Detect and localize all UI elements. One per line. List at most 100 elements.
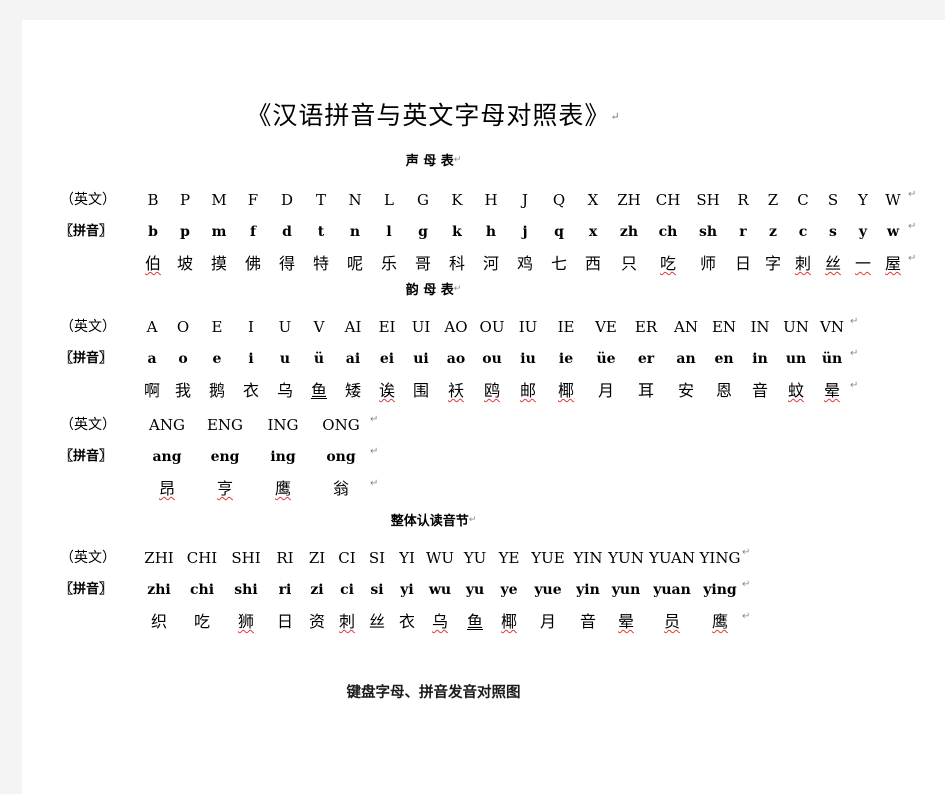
- cell-hanzi: 呢: [346, 254, 363, 273]
- cell-hanzi: 字: [764, 254, 781, 273]
- paragraph-mark-icon: ↵: [370, 478, 379, 489]
- paragraph-mark-icon: ↵: [468, 515, 477, 525]
- yunmu2-rows: （英文） ANG ENG ING ONG ↵ 〖拼音〗 ang eng ing ong ↵ 昂 亨 鹰 翁 ↵: [22, 404, 945, 500]
- pinyin-row-hanzi: 织 吃 狮 日资刺丝衣乌鱼椰 月 音 晕 员 鹰 ↵: [22, 601, 945, 633]
- cell-hanzi: 诶: [378, 381, 395, 400]
- bottom-heading: 键盘字母、拼音发音对照图: [22, 681, 945, 702]
- cell-hanzi: 翁: [332, 479, 349, 498]
- cell-hanzi: 资: [308, 612, 325, 631]
- section-heading-text: 韵 母 表: [405, 283, 454, 298]
- row-label-hanzi: [60, 606, 138, 638]
- cell-hanzi: 鹰: [274, 479, 291, 498]
- paragraph-mark-icon: ↵: [742, 611, 751, 622]
- cell-hanzi: 科: [448, 254, 465, 273]
- pinyin-row-hanzi: 昂 亨 鹰 翁 ↵: [22, 468, 945, 500]
- cell-hanzi: 乌: [431, 612, 448, 631]
- section-heading-zhengti: 整体认读音节↵: [22, 510, 945, 529]
- cell-hanzi: 晕: [823, 381, 840, 400]
- paragraph-mark-icon: ↵: [453, 155, 462, 165]
- page-title: 《汉语拼音与英文字母对照表》↵: [22, 20, 945, 132]
- cell-hanzi: 鱼: [310, 381, 327, 400]
- cell-hanzi: 河: [482, 254, 499, 273]
- cell-hanzi: 亨: [216, 479, 233, 498]
- cell-hanzi: 刺: [338, 612, 355, 631]
- cell-hanzi: 吃: [659, 254, 676, 273]
- zhengti-rows: （英文） ZHI CHI SHI RI ZI CI SI YI WU YU YE YUE YIN YUN YU…: [22, 537, 945, 633]
- cell-hanzi: 一: [854, 254, 871, 273]
- paragraph-mark-icon: ↵: [370, 414, 379, 425]
- section-heading-text: 声 母 表: [405, 154, 454, 169]
- cell-hanzi: 七: [550, 254, 567, 273]
- row-label-hanzi: [60, 375, 138, 407]
- pinyin-row-english: （英文） ZHI CHI SHI RI ZI CI SI YI WU YU YE YUE YIN YUN YU…: [22, 537, 945, 569]
- pinyin-row-pinyin: 〖拼音〗 ang eng ing ong ↵: [22, 436, 945, 468]
- cell-hanzi: 晕: [617, 612, 634, 631]
- cell-hanzi: 我: [174, 381, 191, 400]
- cell-hanzi: 椰: [557, 381, 574, 400]
- paragraph-mark-icon: ↵: [908, 253, 917, 264]
- section-yunmu: 韵 母 表 ↵ （英文） A O E I U V AI EI UI AO OU IU IE VE ER AN EN I…: [22, 279, 945, 500]
- cell-hanzi: 只: [620, 254, 637, 273]
- cell-hanzi: 丝: [824, 254, 841, 273]
- section-heading-text: 整体认读音节: [390, 514, 469, 529]
- pinyin-row-english: （英文） A O E I U V AI EI UI AO OU IU IE VE ER AN EN IN UN VN ↵: [22, 306, 945, 338]
- cell-hanzi: 鹅: [208, 381, 225, 400]
- cell-hanzi: 西: [584, 254, 601, 273]
- section-heading-shengmu: 声 母 表↵: [22, 150, 945, 169]
- cell-hanzi: 日: [734, 254, 751, 273]
- cell-hanzi: 乐: [380, 254, 397, 273]
- cell-hanzi: 昂: [158, 479, 175, 498]
- cell-hanzi: 衣: [398, 612, 415, 631]
- paragraph-mark-icon: ↵: [908, 189, 917, 200]
- cell-hanzi: 鸥: [483, 381, 500, 400]
- cell-hanzi: 伯: [144, 254, 161, 273]
- section-zhengti: 整体认读音节↵ （英文） ZHI CHI SHI RI ZI CI SI YI WU YU YE YUE…: [22, 510, 945, 633]
- cell-hanzi: 刺: [794, 254, 811, 273]
- cell-hanzi: 坡: [176, 254, 193, 273]
- cell-hanzi: 哥: [414, 254, 431, 273]
- cell-hanzi: 师: [699, 254, 716, 273]
- paragraph-mark-icon: ↵: [610, 110, 621, 123]
- cell-hanzi: 摸: [210, 254, 227, 273]
- paragraph-mark-icon: ↵: [370, 446, 379, 457]
- cell-hanzi: 音: [751, 381, 768, 400]
- cell-hanzi: 矮: [344, 381, 361, 400]
- bottom-heading-text: 键盘字母、拼音发音对照图: [346, 685, 521, 701]
- paragraph-mark-icon: ↵: [850, 348, 859, 359]
- cell-hanzi: 狮: [237, 612, 254, 631]
- cell-hanzi: 椰: [500, 612, 517, 631]
- cell-hanzi: 邮: [519, 381, 536, 400]
- paragraph-mark-icon: ↵: [850, 316, 859, 327]
- page-title-text: 《汉语拼音与英文字母对照表》: [246, 101, 611, 130]
- pinyin-row-pinyin: 〖拼音〗 b p m f d t n l g k h j q x zh ch sh r z c s y w ↵: [22, 211, 945, 243]
- pinyin-row-pinyin: 〖拼音〗 a o e i u ü ai ei ui ao ou iu ie üe er an en in un ün ↵: [22, 338, 945, 370]
- row-label-hanzi: [60, 248, 138, 280]
- pinyin-row-english: （英文） ANG ENG ING ONG ↵: [22, 404, 945, 436]
- paragraph-mark-icon: ↵: [908, 221, 917, 232]
- cell-hanzi: 丝: [368, 612, 385, 631]
- cell-hanzi: 啊: [143, 381, 160, 400]
- pinyin-row-hanzi: 伯坡摸佛得特呢乐哥科河鸡七西只 吃 师日字刺丝一屋 ↵: [22, 243, 945, 275]
- cell-hanzi: 安: [677, 381, 694, 400]
- pinyin-row-pinyin: 〖拼音〗 zhi chi shi ri zi ci si yi wu yu ye yue yin yun yu…: [22, 569, 945, 601]
- paragraph-mark-icon: ↵: [742, 547, 751, 558]
- section-shengmu: 声 母 表↵ （英文） B P M F D T N L G K H J Q X ZH CH SH R Z C S Y W ↵ 〖拼…: [22, 150, 945, 275]
- cell-hanzi: 乌: [276, 381, 293, 400]
- cell-hanzi: 吃: [193, 612, 210, 631]
- yunmu-rows: （英文） A O E I U V AI EI UI AO OU IU IE VE ER AN EN IN UN VN ↵ 〖…: [22, 306, 945, 402]
- cell-hanzi: 围: [412, 381, 429, 400]
- pinyin-row-hanzi: 啊我鹅衣乌鱼矮诶围袄鸥邮 椰 月 耳 安 恩音蚊晕 ↵: [22, 370, 945, 402]
- row-label-hanzi: [60, 473, 138, 505]
- cell-hanzi: 员: [663, 612, 680, 631]
- cell-hanzi: 音: [579, 612, 596, 631]
- cell-hanzi: 耳: [637, 381, 654, 400]
- cell-hanzi: 衣: [242, 381, 259, 400]
- cell-hanzi: 月: [539, 612, 556, 631]
- cell-hanzi: 鹰: [711, 612, 728, 631]
- document-page: 《汉语拼音与英文字母对照表》↵ 声 母 表↵ （英文） B P M F D T N L G K H J Q…: [22, 20, 945, 794]
- cell-hanzi: 屋: [884, 254, 901, 273]
- cell-hanzi: 蚊: [787, 381, 804, 400]
- cell-hanzi: 特: [312, 254, 329, 273]
- cell-hanzi: 袄: [447, 381, 464, 400]
- cell-hanzi: 月: [597, 381, 614, 400]
